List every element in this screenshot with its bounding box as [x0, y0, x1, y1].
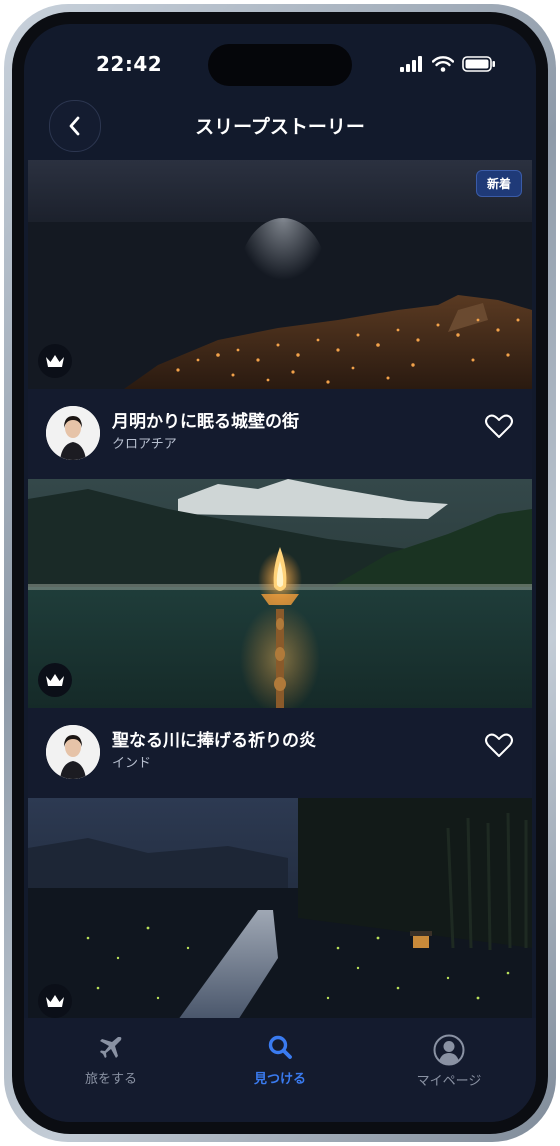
new-badge: 新着 — [475, 170, 522, 197]
croatia-night-photo — [28, 160, 532, 389]
narrator-portrait — [46, 406, 100, 460]
narrator-avatar — [46, 725, 100, 779]
crown-icon — [46, 995, 64, 1007]
story-image-croatia[interactable]: 新着 — [28, 160, 532, 389]
story-image-india[interactable] — [28, 479, 532, 709]
story-location: クロアチア — [112, 437, 177, 452]
narrator-portrait — [46, 725, 100, 779]
dynamic-island — [208, 44, 352, 86]
heart-icon[interactable] — [484, 411, 514, 441]
status-icons — [400, 56, 496, 72]
crown-icon — [46, 355, 64, 367]
tab-label: 旅をする — [84, 1072, 137, 1087]
story-location: インド — [112, 756, 152, 771]
firefly-river-photo — [28, 798, 532, 1020]
river-flame-photo — [28, 479, 532, 709]
story-image-fireflies[interactable] — [28, 798, 532, 1020]
story-title: 聖なる川に捧げる祈りの炎 — [112, 731, 316, 751]
tab-mypage[interactable]: マイページ — [374, 1034, 524, 1089]
battery-icon — [462, 56, 495, 72]
airplane-icon — [100, 1037, 122, 1058]
tab-discover[interactable]: 見つける — [205, 1034, 355, 1087]
signal-icon — [400, 56, 422, 72]
status-time: 22:42 — [96, 52, 163, 76]
search-icon — [268, 1035, 292, 1059]
premium-crown-badge — [38, 663, 72, 697]
nav-bar: スリープストーリー — [24, 100, 536, 158]
wifi-icon — [432, 56, 454, 72]
story-title: 月明かりに眠る城壁の街 — [112, 412, 299, 432]
narrator-avatar — [46, 406, 100, 460]
tab-label: マイページ — [416, 1074, 482, 1089]
premium-crown-badge — [38, 344, 72, 378]
heart-icon[interactable] — [484, 730, 514, 760]
app-screen: 22:42 スリープストーリー 新着 月明かりに眠る城壁の街 クロアチア 聖なる… — [24, 24, 536, 1122]
tab-travel[interactable]: 旅をする — [36, 1034, 186, 1087]
person-icon — [433, 1034, 465, 1066]
story-info-croatia[interactable]: 月明かりに眠る城壁の街 クロアチア — [28, 389, 532, 479]
story-info-india[interactable]: 聖なる川に捧げる祈りの炎 インド — [28, 708, 532, 798]
premium-crown-badge — [38, 984, 72, 1018]
page-title: スリープストーリー — [195, 116, 365, 138]
crown-icon — [46, 674, 64, 686]
tab-label: 見つける — [253, 1072, 306, 1087]
tab-bar: 旅をする 見つける マイページ — [24, 1018, 536, 1122]
